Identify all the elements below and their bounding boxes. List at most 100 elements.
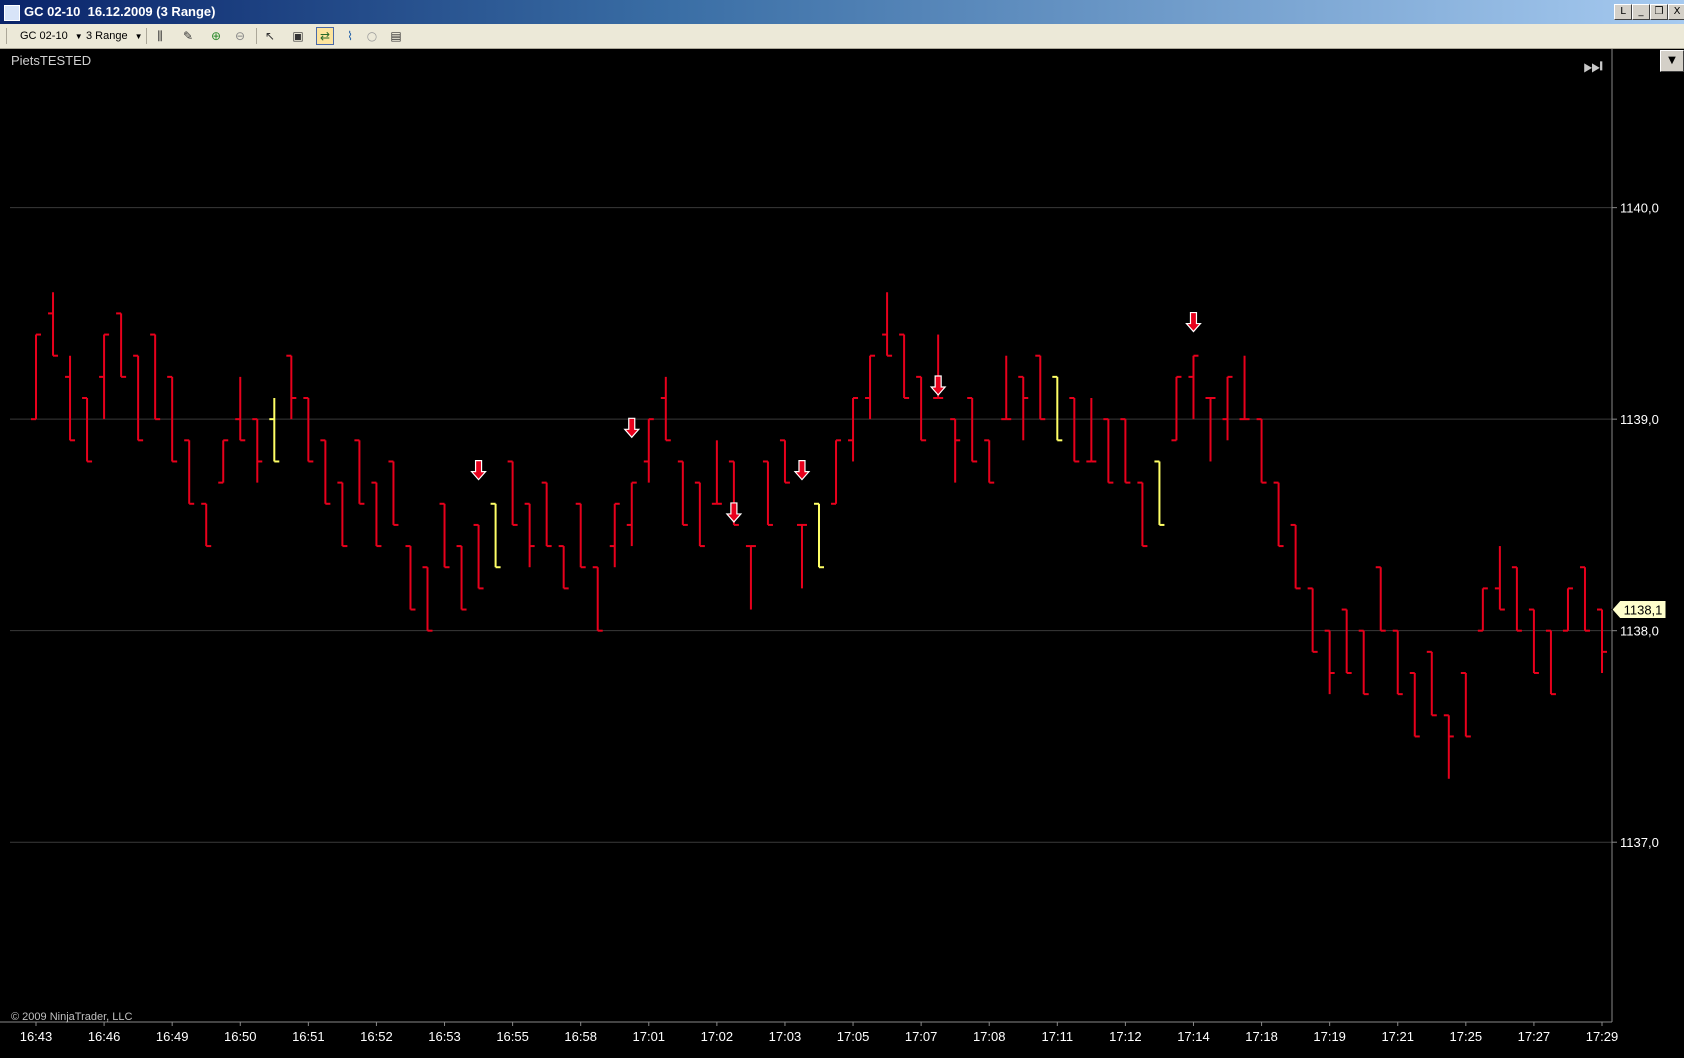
ohlc-bar <box>354 439 365 505</box>
x-tick-label: 17:19 <box>1313 1029 1346 1044</box>
short-signal-arrow <box>725 502 743 523</box>
x-tick-label: 16:52 <box>360 1029 393 1044</box>
strategies-icon[interactable]: ⇄ <box>316 27 334 45</box>
short-signal-arrow <box>470 460 487 481</box>
ohlc-bar <box>337 481 348 548</box>
ohlc-bar <box>201 502 212 548</box>
ohlc-bar <box>694 481 705 548</box>
indicators-icon[interactable]: ⌇ <box>342 28 358 44</box>
ohlc-bar <box>1460 671 1471 738</box>
minimize-button[interactable]: _ <box>1632 4 1650 20</box>
ohlc-bar <box>507 460 518 526</box>
ohlc-bar <box>1086 398 1097 463</box>
x-tick-label: 16:50 <box>224 1029 257 1044</box>
x-tick-label: 17:25 <box>1450 1029 1483 1044</box>
ohlc-bar <box>235 376 246 442</box>
ohlc-bar <box>99 333 110 420</box>
ohlc-bar <box>116 312 127 378</box>
y-tick-label: 1137,0 <box>1620 835 1659 850</box>
short-signal-arrow <box>793 460 811 481</box>
drawing-tools-icon[interactable]: ✎ <box>180 28 196 44</box>
ohlc-bar <box>1273 481 1284 548</box>
interval-label: 3 Range <box>86 30 128 42</box>
x-tick-label: 16:53 <box>428 1029 461 1044</box>
ohlc-bar <box>609 502 620 568</box>
x-tick-label: 17:14 <box>1177 1029 1210 1044</box>
indicator-label: PietsTESTED <box>11 53 92 68</box>
ohlc-bar <box>848 397 859 462</box>
ohlc-bar <box>286 354 297 420</box>
toolbar-separator <box>146 28 147 44</box>
ohlc-bar <box>1205 397 1216 462</box>
ohlc-bar <box>184 439 195 505</box>
ohlc-bar <box>745 545 756 610</box>
ohlc-bar <box>1375 566 1386 632</box>
ohlc-bar <box>1052 375 1063 442</box>
ohlc-bar <box>950 418 961 483</box>
pointer-icon[interactable]: ↖ <box>262 28 278 44</box>
ohlc-bar <box>252 418 263 483</box>
ohlc-bar <box>1137 481 1148 548</box>
x-tick-label: 17:08 <box>973 1029 1006 1044</box>
ohlc-bar <box>422 566 433 632</box>
x-tick-label: 16:49 <box>156 1029 189 1044</box>
scroll-to-end-icon[interactable]: ⏭ <box>1580 54 1606 80</box>
copyright-notice: © 2009 NinjaTrader, LLC <box>11 1011 133 1023</box>
x-tick-label: 17:03 <box>769 1029 802 1044</box>
ohlc-bar <box>133 354 144 442</box>
ohlc-bar <box>1290 523 1301 590</box>
link-button[interactable]: L <box>1614 4 1632 20</box>
close-button[interactable]: X <box>1668 4 1684 20</box>
short-signal-arrow <box>929 375 947 396</box>
ohlc-bar <box>1443 714 1454 779</box>
ohlc-bar <box>1018 375 1029 441</box>
ohlc-bar <box>1409 671 1420 738</box>
ohlc-bar <box>899 333 910 400</box>
instrument-label: GC 02-10 <box>20 30 68 42</box>
toolbar-grip <box>6 28 7 44</box>
ohlc-bar <box>371 481 382 548</box>
ohlc-bar <box>48 292 59 357</box>
x-tick-label: 17:05 <box>837 1029 870 1044</box>
ohlc-bar <box>1579 566 1590 632</box>
ohlc-bar <box>660 376 671 442</box>
y-tick-label: 1139,0 <box>1620 412 1659 427</box>
instrument-selector[interactable]: GC 02-10 ▼ <box>20 27 83 45</box>
chevron-down-icon[interactable]: ▼ <box>1660 50 1684 72</box>
x-tick-label: 17:07 <box>905 1029 938 1044</box>
restore-button[interactable]: ❒ <box>1650 4 1668 20</box>
last-price-label: 1138,1 <box>1624 603 1663 618</box>
ohlc-bar <box>558 545 569 590</box>
ohlc-bar <box>1528 608 1539 674</box>
ohlc-bar <box>541 481 552 548</box>
x-tick-label: 17:12 <box>1109 1029 1142 1044</box>
ohlc-bar <box>490 502 501 569</box>
ohlc-bar <box>1188 354 1199 420</box>
ohlc-bar <box>711 440 722 505</box>
app-icon <box>4 5 20 21</box>
properties-icon[interactable]: ▣ <box>290 28 306 44</box>
bar-style-icon[interactable]: ⫼ <box>152 28 168 44</box>
x-tick-label: 17:27 <box>1518 1029 1551 1044</box>
ohlc-bar <box>796 523 807 589</box>
ohlc-bar <box>1069 397 1080 463</box>
ohlc-bar <box>65 355 76 442</box>
toolbar-separator <box>256 28 257 44</box>
x-tick-label: 17:18 <box>1245 1029 1278 1044</box>
ohlc-bar <box>320 439 331 505</box>
interval-selector[interactable]: 3 Range ▼ <box>86 27 143 45</box>
ohlc-bar <box>405 545 416 611</box>
y-tick-label: 1138,0 <box>1620 624 1659 639</box>
chart-trader-icon[interactable]: ▤ <box>388 28 404 44</box>
x-tick-label: 17:02 <box>701 1029 734 1044</box>
zoom-in-icon[interactable]: ⊕ <box>208 28 224 44</box>
x-tick-label: 16:43 <box>20 1029 53 1044</box>
ohlc-bar <box>82 397 93 463</box>
ohlc-bar <box>814 502 824 569</box>
x-tick-label: 16:51 <box>292 1029 325 1044</box>
zoom-out-icon[interactable]: ⊖ <box>232 28 248 44</box>
ohlc-bar <box>762 460 773 526</box>
data-box-icon[interactable]: ○ <box>364 28 380 44</box>
ohlc-bar <box>1256 418 1267 484</box>
price-chart[interactable]: 1140,0 1139,0 1138,0 1137,0 16:43 16:46 16:49 1… <box>0 49 1684 1058</box>
